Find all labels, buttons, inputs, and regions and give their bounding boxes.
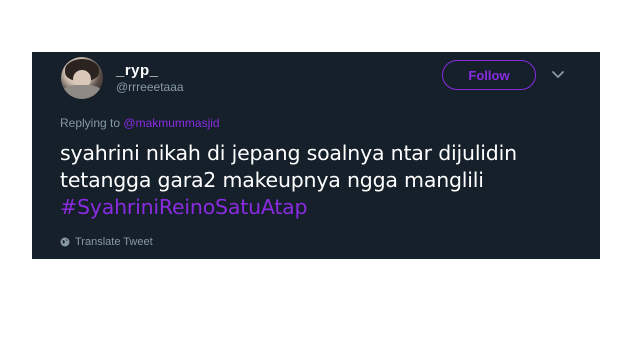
follow-button[interactable]: Follow <box>442 60 536 90</box>
reply-mention-link[interactable]: @makmummasjid <box>123 116 219 130</box>
display-name[interactable]: _ryp_ <box>116 62 159 79</box>
globe-icon <box>60 237 70 247</box>
translate-tweet-button[interactable]: Translate Tweet <box>60 236 153 248</box>
tweet-text-line-2: tetangga gara2 makeupnya ngga manglili <box>60 168 484 192</box>
user-handle[interactable]: @rrreeetaaa <box>116 80 184 94</box>
translate-tweet-label: Translate Tweet <box>75 236 153 248</box>
chevron-down-icon[interactable] <box>550 66 566 82</box>
hashtag-link[interactable]: #SyahriniReinoSatuAtap <box>60 194 590 221</box>
avatar[interactable] <box>61 57 103 99</box>
tweet-card: _ryp_ @rrreeetaaa Follow Replying to @ma… <box>32 52 600 259</box>
tweet-text: syahrini nikah di jepang soalnya ntar di… <box>60 140 590 221</box>
avatar-scarf <box>63 85 101 99</box>
replying-to-label: Replying to <box>60 116 121 130</box>
replying-to: Replying to @makmummasjid <box>60 116 220 130</box>
tweet-text-line-1: syahrini nikah di jepang soalnya ntar di… <box>60 141 517 165</box>
